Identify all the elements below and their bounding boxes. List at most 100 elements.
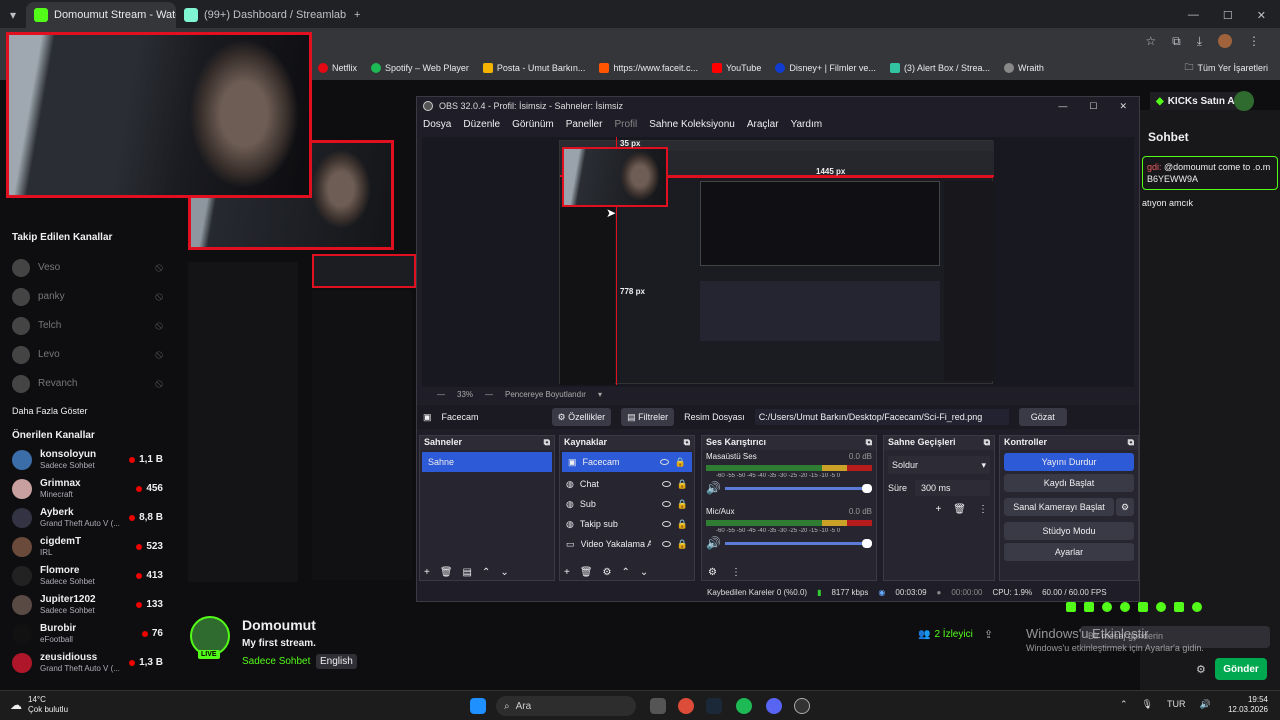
minimize-icon[interactable]: — <box>1058 101 1067 112</box>
microphone-icon[interactable]: 🎙 <box>1142 699 1153 710</box>
source-item[interactable]: ◍ Sub 🔒 <box>560 494 694 514</box>
fit-window-select[interactable]: Pencereye Boyutlandır <box>505 390 586 399</box>
window-close-icon[interactable]: ✕ <box>1257 9 1266 22</box>
chevron-up-icon[interactable]: ⌃ <box>622 567 630 578</box>
scene-item[interactable]: Sahne <box>422 452 552 472</box>
duration-input[interactable]: 300 ms <box>915 480 990 496</box>
discord-icon[interactable] <box>766 698 782 714</box>
followed-channel[interactable]: Telch ⦸ <box>0 311 175 340</box>
weather-widget[interactable]: ☁ 14°C Çok bulutlu <box>10 695 68 715</box>
chevron-down-icon[interactable]: ⌄ <box>640 567 648 578</box>
menu-view[interactable]: Görünüm <box>512 119 554 130</box>
window-close-icon[interactable]: ✕ <box>1119 101 1127 112</box>
bookmark-spotify[interactable]: Spotify – Web Player <box>371 63 469 73</box>
menu-help[interactable]: Yardım <box>791 119 823 130</box>
preview-facecam-selection[interactable] <box>562 147 668 207</box>
bookmark-faceit[interactable]: https://www.faceit.c... <box>599 63 698 73</box>
share-icon[interactable]: ⇪ <box>984 628 993 641</box>
obs-preview[interactable]: 35 px 1445 px 778 px <box>422 137 1134 387</box>
followed-channel[interactable]: Levo ⦸ <box>0 340 175 369</box>
chevron-down-icon[interactable]: ⌄ <box>500 567 508 578</box>
bookmark-wraith[interactable]: Wraith <box>1003 63 1044 73</box>
properties-button[interactable]: ⚙ Özellikler <box>551 408 612 426</box>
buy-kicks-button[interactable]: ◆ KICKs Satın Al <box>1150 92 1244 110</box>
image-file-path-field[interactable]: C:/Users/Umut Barkın/Desktop/Facecam/Sci… <box>754 409 1009 425</box>
browse-button[interactable]: Gözat <box>1018 408 1067 426</box>
task-view-icon[interactable] <box>650 698 666 714</box>
stream-category[interactable]: Sadece Sohbet <box>242 656 310 667</box>
menu-profile[interactable]: Profil <box>614 119 637 130</box>
source-item[interactable]: ▭ Video Yakalama A 🔒 <box>560 534 694 554</box>
steam-icon[interactable] <box>706 698 722 714</box>
add-icon[interactable]: + <box>935 504 941 515</box>
download-icon[interactable]: ⤓ <box>1197 34 1202 49</box>
maximize-icon[interactable]: ☐ <box>1089 101 1097 112</box>
recommended-channel[interactable]: Grimnax Minecraft 456 <box>0 474 175 503</box>
source-item[interactable]: ◍ Chat 🔒 <box>560 474 694 494</box>
bookmark-posta[interactable]: Posta - Umut Barkın... <box>482 63 585 73</box>
add-icon[interactable]: + <box>564 567 570 578</box>
volume-slider[interactable] <box>724 483 872 493</box>
obs-icon[interactable] <box>794 698 810 714</box>
language-indicator[interactable]: TUR <box>1167 699 1186 710</box>
send-button[interactable]: Gönder <box>1215 658 1267 680</box>
menu-icon[interactable]: ⋮ <box>1248 34 1260 49</box>
channel-name[interactable]: Domoumut <box>242 617 316 633</box>
recommended-channel[interactable]: Flomore Sadece Sohbet 413 <box>0 561 175 590</box>
trash-icon[interactable]: 🗑 <box>440 567 453 578</box>
followed-channel[interactable]: panky ⦸ <box>0 282 175 311</box>
gear-icon[interactable]: ⚙ <box>708 567 717 578</box>
recommended-channel[interactable]: konsoloyun Sadece Sohbet 1,1 B <box>0 445 175 474</box>
gear-icon[interactable]: ⚙ <box>1116 498 1134 516</box>
search-box[interactable]: ⌕ Ara <box>496 696 636 716</box>
source-item[interactable]: ◍ Takip sub 🔒 <box>560 514 694 534</box>
followed-channel[interactable]: Revanch ⦸ <box>0 369 175 398</box>
volume-icon[interactable]: 🔊 <box>1199 699 1210 710</box>
star-icon[interactable]: ☆ <box>1145 34 1156 49</box>
source-item[interactable]: ▣ Facecam 🔒 <box>562 452 692 472</box>
filters-button[interactable]: ▤ Filtreler <box>621 408 675 426</box>
start-virtual-camera-button[interactable]: Sanal Kamerayı Başlat <box>1004 498 1114 516</box>
bookmark-alertbox[interactable]: (3) Alert Box / Strea... <box>889 63 990 73</box>
all-bookmarks[interactable]: 🗀 Tüm Yer İşaretleri <box>1184 60 1268 76</box>
menu-docks[interactable]: Paneller <box>566 119 603 130</box>
menu-scene-collection[interactable]: Sahne Koleksiyonu <box>649 119 735 130</box>
avatar[interactable] <box>1218 34 1232 48</box>
menu-edit[interactable]: Düzenle <box>463 119 500 130</box>
chevron-up-icon[interactable]: ⌃ <box>1120 699 1128 710</box>
windows-start-icon[interactable] <box>470 698 486 714</box>
studio-mode-button[interactable]: Stüdyo Modu <box>1004 522 1134 540</box>
chevron-up-icon[interactable]: ⌃ <box>482 567 490 578</box>
chrome-icon[interactable] <box>678 698 694 714</box>
transition-select[interactable]: Soldur ▾ <box>888 456 990 474</box>
trash-icon[interactable]: 🗑 <box>953 504 966 515</box>
menu-icon[interactable]: ⋮ <box>978 504 988 515</box>
filter-icon[interactable]: ▤ <box>463 567 472 578</box>
trash-icon[interactable]: 🗑 <box>580 567 593 578</box>
settings-button[interactable]: Ayarlar <box>1004 543 1134 561</box>
bookmark-disney[interactable]: Disney+ | Filmler ve... <box>775 63 876 73</box>
recommended-channel[interactable]: zeusidiouss Grand Theft Auto V (... 1,3 B <box>0 648 175 677</box>
tab-kick-stream[interactable]: Domoumut Stream - Watch Liv ✕ <box>26 2 176 28</box>
bookmark-netflix[interactable]: Netflix <box>318 63 357 73</box>
gear-icon[interactable]: ⚙ <box>603 567 612 578</box>
menu-file[interactable]: Dosya <box>423 119 451 130</box>
stop-streaming-button[interactable]: Yayını Durdur <box>1004 453 1134 471</box>
bookmark-youtube[interactable]: YouTube <box>711 63 761 73</box>
volume-slider[interactable] <box>724 538 872 548</box>
new-tab-button[interactable]: + <box>346 2 368 28</box>
followed-channel[interactable]: Veso ⦸ <box>0 253 175 282</box>
start-recording-button[interactable]: Kaydı Başlat <box>1004 474 1134 492</box>
recommended-channel[interactable]: Jupiter1202 Sadece Sohbet 133 <box>0 590 175 619</box>
show-more-link[interactable]: Daha Fazla Göster <box>0 398 175 424</box>
extensions-icon[interactable]: ⧉ <box>1172 34 1181 49</box>
language-tag[interactable]: English <box>316 654 357 669</box>
user-avatar[interactable] <box>1234 91 1254 111</box>
maximize-icon[interactable]: ☐ <box>1223 9 1233 22</box>
recommended-channel[interactable]: cigdemT IRL 523 <box>0 532 175 561</box>
menu-icon[interactable]: ⋮ <box>731 567 741 578</box>
tab-search-icon[interactable]: ▾ <box>0 2 26 28</box>
recommended-channel[interactable]: Burobir eFootball 76 <box>0 619 175 648</box>
gear-icon[interactable]: ⚙ <box>1196 663 1206 676</box>
recommended-channel[interactable]: Ayberk Grand Theft Auto V (... 8,8 B <box>0 503 175 532</box>
